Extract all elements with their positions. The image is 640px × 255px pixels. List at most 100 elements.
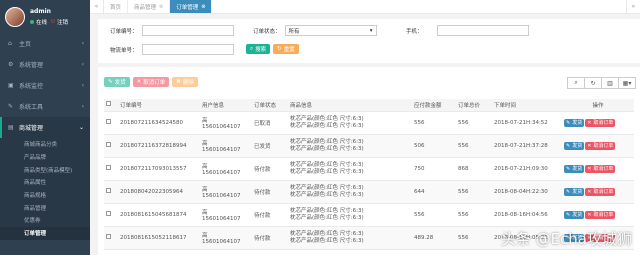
- col-order-time[interactable]: 下单时间: [492, 99, 562, 112]
- search-panel: 订单编号： 订单状态： 所有 ▾ 手机： 物流单号： ⌕ 搜索 ↻ 重置: [98, 19, 640, 63]
- edit-icon: ✎: [566, 211, 571, 218]
- subnav-goods-type[interactable]: 商品类型(商品模型): [0, 163, 90, 176]
- user-info-cell: 高 15601064107: [200, 180, 252, 204]
- table-row[interactable]: 20180721170930135​57 高 15601064107 待付款 枕芯产品(…: [104, 157, 634, 181]
- col-order-status[interactable]: 订单状态: [252, 99, 288, 112]
- col-actions: 操作: [562, 99, 634, 112]
- row-ship-button[interactable]: ✎ 发货: [564, 164, 585, 173]
- nav-system-tools[interactable]: ✎ 系统工具 ‹: [0, 96, 90, 117]
- subnav-order-management[interactable]: 订单管理: [0, 226, 90, 240]
- avatar[interactable]: [5, 6, 25, 27]
- goods-info-cell: 枕芯产品(颜色:红色 尺寸:6:3) 枕芯产品(颜色:红色 尺寸:6:3): [288, 157, 412, 181]
- order-no-input[interactable]: [141, 25, 234, 36]
- close-tab-icon[interactable]: ⊗: [201, 4, 205, 10]
- nav-home[interactable]: ⌂ 主页 ‹: [0, 33, 90, 54]
- toggle-view-icon[interactable]: ▥: [601, 77, 619, 89]
- select-all-checkbox[interactable]: [106, 101, 111, 107]
- power-icon: ⏻: [51, 18, 55, 25]
- table-row[interactable]: 20180804202230596​4 高 15601064107 待付款 枕芯产品(颜…: [104, 180, 634, 204]
- order-status-cell: 待付款: [252, 203, 288, 227]
- col-order-total[interactable]: 订单总价: [456, 99, 492, 112]
- monitor-icon: ▣: [8, 82, 14, 89]
- cancel-order-button[interactable]: ✕ 取消订单: [132, 77, 170, 87]
- sidebar: admin 在线 ⏻ 注销 ⌂ 主页 ‹ ⚙ 系统管理 ‹ ▣ 系统监控 ‹ ✎ …: [0, 0, 90, 255]
- order-time-cell: 2018-08-04H:22:30: [492, 180, 562, 204]
- order-no-cell: 201808161505211861​7: [118, 226, 200, 250]
- close-icon: ✕: [587, 188, 592, 195]
- row-checkbox[interactable]: [106, 188, 111, 193]
- col-order-no[interactable]: 订单编号: [118, 99, 200, 112]
- logout-link[interactable]: ⏻ 注销: [51, 18, 68, 26]
- goods-info-cell: 枕芯产品(颜色:红色 尺寸:6:3) 枕芯产品(颜色:红色 尺寸:6:3): [288, 111, 412, 135]
- order-status-cell: 待付款: [252, 180, 288, 204]
- phone-label: 手机：: [406, 28, 423, 35]
- phone-input[interactable]: [436, 25, 529, 36]
- goods-info-cell: 枕芯产品(颜色:红色 尺寸:6:3) 枕芯产品(颜色:红色 尺寸:6:3): [288, 226, 412, 250]
- table-row[interactable]: 20180721163452458​0 高 15601064107 已取消 枕芯产品(颜…: [104, 111, 634, 135]
- close-icon: ✕: [587, 165, 592, 172]
- table-row[interactable]: 20180816150456818​74 高 15601064107 待付款 枕芯产品(…: [104, 203, 634, 227]
- home-icon: ⌂: [8, 40, 12, 47]
- search-icon[interactable]: ⌕: [567, 77, 585, 89]
- row-cancel-button[interactable]: ✕ 取消订单: [585, 164, 616, 173]
- subnav-coupon[interactable]: 优惠券: [0, 214, 90, 227]
- subnav-goods-spec[interactable]: 商品规格: [0, 189, 90, 202]
- row-cancel-button[interactable]: ✕ 取消订单: [585, 210, 616, 219]
- subnav-goods-management[interactable]: 商品管理: [0, 201, 90, 214]
- pay-amount-cell: 556: [412, 111, 456, 135]
- table-header-row: 订单编号 用户信息 订单状态 商品信息 应付款金额 订单总价 下单时间 操作: [104, 99, 634, 112]
- row-cancel-button[interactable]: ✕ 取消订单: [585, 118, 616, 127]
- actions-cell: ✎ 发货 ✕ 取消订单: [562, 111, 634, 135]
- close-icon: ✕: [136, 79, 142, 85]
- nav-system-management[interactable]: ⚙ 系统管理 ‹: [0, 54, 90, 75]
- nav-mall-management[interactable]: ▤ 商城管理 ⌄: [0, 117, 90, 138]
- order-total-cell: 556: [456, 134, 492, 158]
- pay-amount-cell: 556: [412, 203, 456, 227]
- delete-button[interactable]: ✖ 删除: [172, 77, 198, 87]
- tab-home[interactable]: 首页: [104, 0, 129, 13]
- row-checkbox[interactable]: [106, 142, 111, 147]
- actions-cell: ✎ 发货 ✕ 取消订单: [562, 134, 634, 158]
- subnav-goods-attr[interactable]: 商品属性: [0, 176, 90, 189]
- row-cancel-button[interactable]: ✕ 取消订单: [585, 187, 616, 196]
- tab-goods-management[interactable]: 商品管理 ⊗: [128, 0, 171, 13]
- row-ship-button[interactable]: ✎ 发货: [564, 187, 585, 196]
- close-tab-icon[interactable]: ⊗: [159, 4, 163, 10]
- row-cancel-button[interactable]: ✕ 取消订单: [585, 141, 616, 150]
- order-time-cell: 2018-08-16H:04:56: [492, 203, 562, 227]
- order-time-cell: 2018-07-21H:09:30: [492, 157, 562, 181]
- ship-button[interactable]: ✎ 发货: [104, 77, 130, 87]
- order-no-cell: 201807211637281899​4: [118, 134, 200, 158]
- row-checkbox[interactable]: [106, 119, 111, 124]
- order-total-cell: 868: [456, 157, 492, 181]
- row-checkbox[interactable]: [106, 211, 111, 216]
- columns-icon[interactable]: ▦▾: [618, 77, 636, 89]
- order-status-select[interactable]: 所有 ▾: [284, 25, 377, 36]
- col-pay-amount[interactable]: 应付款金额: [412, 99, 456, 112]
- table-toolbar: ✎ 发货 ✕ 取消订单 ✖ 删除: [104, 77, 198, 87]
- row-ship-button[interactable]: ✎ 发货: [564, 118, 585, 127]
- user-info-cell: 高 15601064107: [200, 111, 252, 135]
- subnav-category[interactable]: 商城商品分类: [0, 138, 90, 151]
- row-checkbox[interactable]: [106, 234, 111, 239]
- close-icon: ✕: [587, 142, 592, 149]
- tab-order-management[interactable]: 订单管理 ⊗: [170, 0, 213, 13]
- table-row[interactable]: 201807211637281899​4 高 15601064107 已发货 枕芯产品(…: [104, 134, 634, 158]
- refresh-icon[interactable]: ↻: [584, 77, 602, 89]
- goods-info-cell: 枕芯产品(颜色:红色 尺寸:6:3) 枕芯产品(颜色:红色 尺寸:6:3): [288, 180, 412, 204]
- row-checkbox[interactable]: [106, 165, 111, 170]
- tab-scroll-left-button[interactable]: «: [90, 0, 104, 13]
- goods-info-cell: 枕芯产品(颜色:红色 尺寸:6:3) 枕芯产品(颜色:红色 尺寸:6:3): [288, 203, 412, 227]
- logistics-no-input[interactable]: [141, 44, 234, 55]
- row-ship-button[interactable]: ✎ 发货: [564, 210, 585, 219]
- col-user-info[interactable]: 用户信息: [200, 99, 252, 112]
- nav-system-monitor[interactable]: ▣ 系统监控 ‹: [0, 75, 90, 96]
- tab-scroll-right-button[interactable]: »: [626, 0, 640, 13]
- reset-button[interactable]: ↻ 重置: [273, 44, 299, 54]
- row-ship-button[interactable]: ✎ 发货: [564, 141, 585, 150]
- online-status: 在线: [30, 18, 47, 26]
- col-goods-info[interactable]: 商品信息: [288, 99, 412, 112]
- search-button[interactable]: ⌕ 搜索: [246, 44, 271, 54]
- subnav-brand[interactable]: 产品品牌: [0, 151, 90, 164]
- user-info-cell: 高 15601064107: [200, 134, 252, 158]
